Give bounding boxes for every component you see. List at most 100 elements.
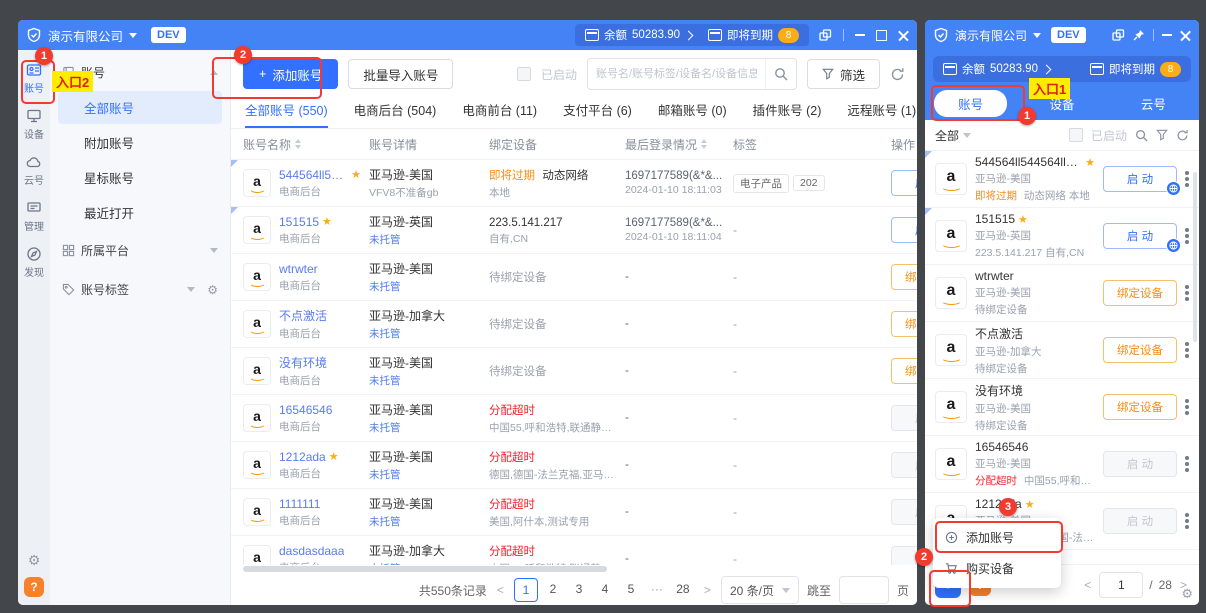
row-menu-dots[interactable]: [1185, 171, 1189, 187]
dock-window-icon[interactable]: [819, 29, 832, 41]
list-item[interactable]: 不点激活 亚马逊-加拿大 待绑定设备 绑定设备: [925, 322, 1199, 379]
current-page-input[interactable]: [1099, 572, 1144, 598]
expiring[interactable]: 即将到期 8: [1090, 61, 1181, 77]
batch-import-button[interactable]: 批量导入账号: [348, 59, 454, 89]
sort-icon[interactable]: [701, 139, 708, 149]
row-action-button[interactable]: 启 动: [891, 452, 917, 478]
settings-gear-icon[interactable]: ⚙: [28, 553, 41, 567]
table-row[interactable]: 151515 电商后台 亚马逊-英国 未托管: [231, 207, 917, 254]
row-action-button[interactable]: 启 动: [891, 217, 917, 243]
page-size-select[interactable]: 20 条/页: [720, 576, 799, 604]
tab[interactable]: 电商前台 (11): [462, 100, 537, 128]
row-action-button[interactable]: 启 动: [1103, 166, 1181, 196]
tree-item[interactable]: 最近打开: [58, 196, 222, 229]
table-row[interactable]: 不点激活 电商后台 亚马逊-加拿大 未托管: [231, 301, 917, 348]
list-item[interactable]: 没有环境 亚马逊-美国 待绑定设备 绑定设备: [925, 379, 1199, 436]
quick-launch-globe-icon[interactable]: [1166, 238, 1181, 253]
page-number[interactable]: 3: [568, 578, 590, 600]
list-item[interactable]: 16546546 亚马逊-美国 分配超时 中国55,呼和浩特,联... 启 动: [925, 436, 1199, 493]
tab[interactable]: 支付平台 (6): [563, 100, 632, 128]
scrollbar-thumb[interactable]: [243, 566, 608, 572]
horizontal-scrollbar[interactable]: [243, 566, 905, 574]
quick-launch-globe-icon[interactable]: [1166, 181, 1181, 196]
pin-icon[interactable]: [1133, 29, 1145, 41]
account-name[interactable]: dasdasdaaa: [279, 544, 344, 558]
sidebar-item-manage[interactable]: 管理: [24, 200, 44, 233]
tree-group-tags[interactable]: 账号标签 ⚙: [58, 272, 222, 307]
list-item[interactable]: 544564ll544564ll54... 亚马逊-美国 即将过期 动态网络 本…: [925, 151, 1199, 208]
collapse-icon[interactable]: [210, 70, 218, 75]
page-number[interactable]: 28: [672, 578, 694, 600]
minimize-button[interactable]: [1162, 34, 1172, 36]
tab[interactable]: 远程账号 (1): [847, 100, 916, 128]
account-name[interactable]: 544564ll544564...: [279, 168, 348, 182]
close-button[interactable]: [898, 30, 909, 41]
refresh-button[interactable]: [1176, 129, 1189, 142]
row-menu-dots[interactable]: [1185, 456, 1189, 472]
account-name[interactable]: wtrwter: [279, 262, 318, 276]
table-row[interactable]: 544564ll544564... 电商后台 亚马逊-美国 VFV8不准备gb: [231, 160, 917, 207]
row-action-button[interactable]: 绑定设备: [891, 358, 917, 384]
tab[interactable]: 全部账号 (550): [245, 100, 328, 128]
filter-button[interactable]: 筛选: [806, 59, 880, 89]
tag-settings-icon[interactable]: ⚙: [207, 284, 218, 296]
dock-window-icon[interactable]: [1112, 29, 1125, 41]
tab[interactable]: 电商后台 (504): [354, 100, 437, 128]
next-page-button[interactable]: >: [702, 583, 713, 597]
side-tab-cloud[interactable]: 云号: [1108, 94, 1199, 113]
table-row[interactable]: 1212ada 电商后台 亚马逊-美国 未托管 分配超时: [231, 442, 917, 489]
maximize-button[interactable]: [876, 29, 887, 41]
account-name[interactable]: wtrwter: [975, 269, 1014, 283]
account-name[interactable]: 544564ll544564ll54...: [975, 155, 1082, 169]
list-item[interactable]: 151515 亚马逊-英国 223.5.141.217 自有,CN 启 动: [925, 208, 1199, 265]
menu-item-add-account[interactable]: 添加账号: [933, 522, 1061, 553]
row-menu-dots[interactable]: [1185, 513, 1189, 529]
row-menu-dots[interactable]: [1185, 285, 1189, 301]
expand-icon[interactable]: [210, 248, 218, 253]
table-row[interactable]: 没有环境 电商后台 亚马逊-美国 未托管 待: [231, 348, 917, 395]
row-action-button[interactable]: 绑定设备: [1103, 337, 1177, 363]
company-name[interactable]: 演示有限公司: [955, 27, 1027, 44]
minimize-button[interactable]: [855, 34, 865, 36]
account-name[interactable]: 没有环境: [975, 382, 1023, 399]
chevron-down-icon[interactable]: [1033, 32, 1042, 38]
chevron-down-icon[interactable]: [129, 32, 138, 38]
sidebar-item-devices[interactable]: 设备: [24, 108, 44, 141]
page-number[interactable]: 5: [620, 578, 642, 600]
account-name[interactable]: 16546546: [279, 403, 332, 417]
account-name[interactable]: 151515: [279, 215, 319, 229]
row-menu-dots[interactable]: [1185, 399, 1189, 415]
sidebar-item-discover[interactable]: 发现: [24, 246, 44, 279]
row-action-button[interactable]: 绑定设备: [891, 311, 917, 337]
row-action-button[interactable]: 启 动: [891, 499, 917, 525]
row-action-button[interactable]: 绑定设备: [1103, 280, 1177, 306]
help-button[interactable]: ?: [24, 577, 44, 597]
vertical-scrollbar-thumb[interactable]: [1193, 172, 1197, 342]
tree-group-platform[interactable]: 所属平台: [58, 233, 222, 268]
side-tab-accounts[interactable]: 账号: [925, 89, 1016, 117]
row-menu-dots[interactable]: [1185, 228, 1189, 244]
account-name[interactable]: 不点激活: [975, 325, 1023, 342]
sort-icon[interactable]: [295, 139, 302, 149]
tree-item[interactable]: 星标账号: [58, 161, 222, 194]
row-action-button[interactable]: 启 动: [1103, 508, 1177, 534]
search-button[interactable]: [1135, 129, 1148, 142]
balance[interactable]: 余额 50283.90: [943, 61, 1052, 77]
page-number[interactable]: 4: [594, 578, 616, 600]
prev-page-button[interactable]: <: [1082, 578, 1093, 592]
page-number[interactable]: 2: [542, 578, 564, 600]
account-name[interactable]: 16546546: [975, 440, 1028, 454]
row-action-button[interactable]: 绑定设备: [891, 264, 917, 290]
expiring[interactable]: 即将到期 8: [708, 27, 799, 43]
filter-all-select[interactable]: 全部: [935, 127, 972, 144]
refresh-button[interactable]: [890, 67, 905, 82]
table-row[interactable]: wtrwter 电商后台 亚马逊-美国 未托管: [231, 254, 917, 301]
tree-item[interactable]: 全部账号: [58, 91, 222, 124]
account-name[interactable]: 151515: [975, 212, 1015, 226]
page-number[interactable]: ···: [646, 578, 668, 600]
account-name[interactable]: 没有环境: [279, 354, 327, 371]
row-action-button[interactable]: 启 动: [1103, 223, 1181, 253]
filter-button[interactable]: [1156, 129, 1168, 141]
row-action-button[interactable]: 绑定设备: [1103, 394, 1177, 420]
table-row[interactable]: 16546546 电商后台 亚马逊-美国 未托管 分配超时: [231, 395, 917, 442]
